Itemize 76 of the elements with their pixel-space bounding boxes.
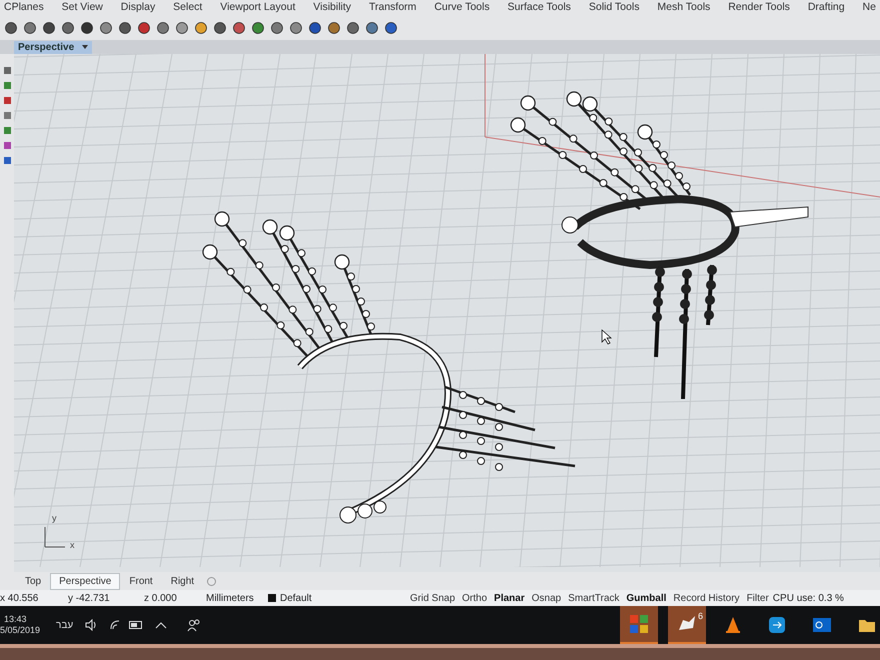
- toolbar-icon[interactable]: [251, 21, 265, 35]
- toolbar-icon[interactable]: [156, 21, 170, 35]
- clock-date[interactable]: 5/05/2019: [0, 625, 38, 636]
- toolbar-icon[interactable]: [80, 21, 94, 35]
- ribbon-tab[interactable]: Viewport Layout: [220, 0, 296, 16]
- toolbar-icon[interactable]: [308, 21, 322, 35]
- view-tab[interactable]: Right: [162, 572, 204, 590]
- coordinate-x: x 40.556: [0, 592, 40, 606]
- tiles-icon: [629, 614, 649, 634]
- traffic-cone-icon[interactable]: [724, 616, 742, 634]
- toolbar-icon[interactable]: [232, 21, 246, 35]
- status-toggle[interactable]: Osnap: [532, 590, 562, 606]
- ribbon-tab[interactable]: Select: [173, 0, 202, 16]
- toolbar-icon[interactable]: [384, 21, 398, 35]
- toolbar-icon[interactable]: [270, 21, 284, 35]
- view-tab[interactable]: Front: [120, 572, 162, 590]
- wifi-icon[interactable]: [109, 619, 122, 631]
- status-toggle[interactable]: Filter: [746, 590, 769, 606]
- status-toggle[interactable]: SmartTrack: [568, 590, 620, 606]
- toolbar-icon[interactable]: [175, 21, 189, 35]
- ribbon-tab[interactable]: Ne: [862, 0, 876, 16]
- toolbar-icon[interactable]: [61, 21, 75, 35]
- ribbon-tab[interactable]: Visibility: [313, 0, 352, 16]
- ribbon-tab[interactable]: Display: [120, 0, 156, 16]
- folder-icon[interactable]: [858, 617, 876, 633]
- mouse-cursor-icon: [602, 329, 612, 344]
- coordinate-z: z 0.000: [144, 592, 178, 606]
- taskbar-app-button[interactable]: [620, 606, 658, 644]
- view-tab[interactable]: Top: [16, 572, 50, 590]
- status-toggle[interactable]: Grid Snap: [410, 590, 456, 606]
- ribbon-tab[interactable]: Transform: [368, 0, 416, 16]
- ribbon-tab[interactable]: CPlanes: [4, 0, 44, 16]
- viewport-tab[interactable]: Perspective: [14, 40, 92, 54]
- axis-label: x: [70, 539, 74, 552]
- coordinate-y: y -42.731: [68, 592, 111, 606]
- status-toggle[interactable]: Ortho: [462, 590, 488, 606]
- ribbon-tab[interactable]: Curve Tools: [434, 0, 490, 16]
- axis-icon: [44, 526, 66, 548]
- toolbar-icon[interactable]: [118, 21, 132, 35]
- battery-icon[interactable]: [129, 620, 144, 630]
- language-indicator[interactable]: עבר: [56, 618, 74, 632]
- layer-color-swatch[interactable]: [268, 594, 276, 602]
- toolbar-icon[interactable]: [327, 21, 341, 35]
- layer-label[interactable]: Default: [280, 590, 380, 606]
- people-icon[interactable]: [187, 618, 202, 632]
- badge-count: 6: [698, 610, 703, 623]
- toolbar-icon[interactable]: [4, 21, 18, 35]
- axis-label: y: [52, 512, 56, 525]
- ribbon-tab[interactable]: Surface Tools: [508, 0, 571, 16]
- view-tab[interactable]: Perspective: [50, 572, 120, 590]
- clock-time[interactable]: 13:43: [0, 614, 38, 625]
- status-toggle[interactable]: Gumball: [626, 590, 666, 606]
- chevron-up-icon[interactable]: [155, 620, 168, 630]
- toolbar-icon[interactable]: [346, 21, 360, 35]
- mail-app-icon[interactable]: [812, 616, 832, 634]
- ribbon-tab[interactable]: Drafting: [808, 0, 845, 16]
- toolbar-icon[interactable]: [137, 21, 151, 35]
- toolbar-icon[interactable]: [365, 21, 379, 35]
- toolbar-icon[interactable]: [213, 21, 227, 35]
- ribbon-tab[interactable]: Set View: [62, 0, 103, 16]
- ribbon-tab[interactable]: Render Tools: [728, 0, 790, 16]
- remote-app-icon[interactable]: [768, 616, 786, 634]
- taskbar-app-button[interactable]: 6: [668, 606, 706, 644]
- ribbon-tab[interactable]: Solid Tools: [588, 0, 640, 16]
- toolbar-icon[interactable]: [99, 21, 113, 35]
- toolbar-icon[interactable]: [194, 21, 208, 35]
- status-toggle[interactable]: Record History: [673, 590, 740, 606]
- cpu-usage-label: CPU use: 0.3 %: [772, 592, 844, 606]
- units-label: Millimeters: [206, 592, 255, 606]
- volume-icon[interactable]: [85, 619, 98, 631]
- toolbar-icon[interactable]: [23, 21, 37, 35]
- ribbon-tab[interactable]: Mesh Tools: [657, 0, 710, 16]
- dropdown-icon: [82, 45, 88, 49]
- toolbar-icon[interactable]: [289, 21, 303, 35]
- toolbar-icon[interactable]: [42, 21, 56, 35]
- status-toggle[interactable]: Planar: [494, 590, 525, 606]
